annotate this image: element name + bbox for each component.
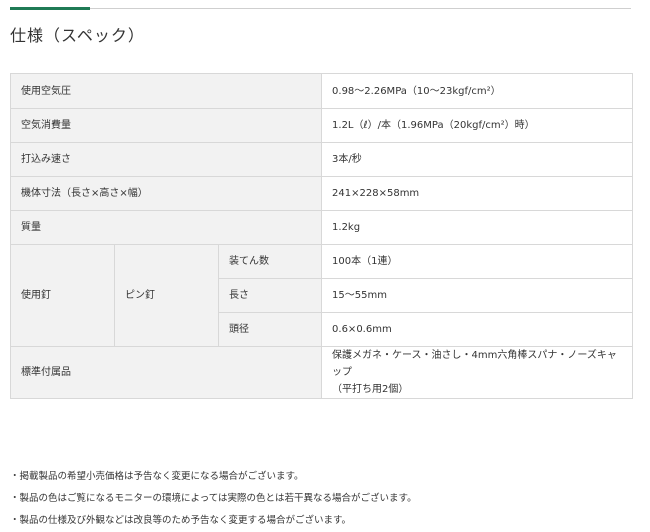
table-row: 質量 1.2kg	[9, 210, 634, 245]
table-row: 機体寸法（長さ×高さ×幅） 241×228×58mm	[9, 176, 634, 211]
spec-value: 1.2kg	[321, 210, 634, 245]
spec-value: 0.6×0.6mm	[321, 312, 634, 347]
table-row: 打込み速さ 3本/秒	[9, 142, 634, 177]
spec-value: 15〜55mm	[321, 278, 634, 313]
top-accent-bar	[10, 7, 90, 10]
section-title: 仕様（スペック）	[10, 26, 145, 45]
spec-value: 0.98〜2.26MPa（10〜23kgf/cm²）	[321, 73, 634, 109]
spec-value: 241×228×58mm	[321, 176, 634, 211]
top-rule	[10, 8, 631, 9]
spec-table: 使用空気圧 0.98〜2.26MPa（10〜23kgf/cm²） 空気消費量 1…	[9, 73, 634, 399]
note-item: ・掲載製品の希望小売価格は予告なく変更になる場合がございます。	[10, 471, 304, 482]
accessories-line-1: 保護メガネ・ケース・油さし・4mm六角棒スパナ・ノーズキャップ	[332, 350, 617, 378]
spec-sublabel: 長さ	[217, 278, 323, 313]
spec-label: 標準付属品	[9, 346, 323, 399]
spec-label: 質量	[9, 210, 323, 245]
spec-label: 使用空気圧	[9, 73, 323, 109]
accessories-line-2: （平打ち用2個）	[332, 384, 409, 395]
spec-label: 空気消費量	[9, 108, 323, 143]
note-item: ・製品の色はご覧になるモニターの環境によっては実際の色とは若干異なる場合がござい…	[10, 493, 417, 504]
table-row: 使用釘 ピン釘 装てん数 100本（1連）	[10, 244, 634, 347]
note-item: ・製品の仕様及び外観などは改良等のため予告なく変更する場合がございます。	[10, 515, 352, 526]
table-row: 空気消費量 1.2L（ℓ）/本（1.96MPa（20kgf/cm²）時）	[9, 108, 634, 143]
spec-label: 機体寸法（長さ×高さ×幅）	[9, 176, 323, 211]
spec-sublabel: 頭径	[217, 312, 323, 347]
spec-label: 打込み速さ	[9, 142, 323, 177]
spec-sublabel: 装てん数	[217, 244, 323, 279]
spec-value: 3本/秒	[321, 142, 634, 177]
table-row: 使用空気圧 0.98〜2.26MPa（10〜23kgf/cm²）	[9, 73, 634, 109]
spec-label: 使用釘	[10, 244, 115, 347]
spec-value: 1.2L（ℓ）/本（1.96MPa（20kgf/cm²）時）	[321, 108, 634, 143]
spec-value: 100本（1連）	[321, 244, 634, 279]
table-row: 標準付属品 保護メガネ・ケース・油さし・4mm六角棒スパナ・ノーズキャップ （平…	[9, 346, 634, 399]
spec-value: 保護メガネ・ケース・油さし・4mm六角棒スパナ・ノーズキャップ （平打ち用2個）	[321, 346, 634, 399]
nail-type-label: ピン釘	[114, 244, 219, 347]
notes-list: ・掲載製品の希望小売価格は予告なく変更になる場合がございます。 ・製品の色はご覧…	[10, 466, 417, 532]
